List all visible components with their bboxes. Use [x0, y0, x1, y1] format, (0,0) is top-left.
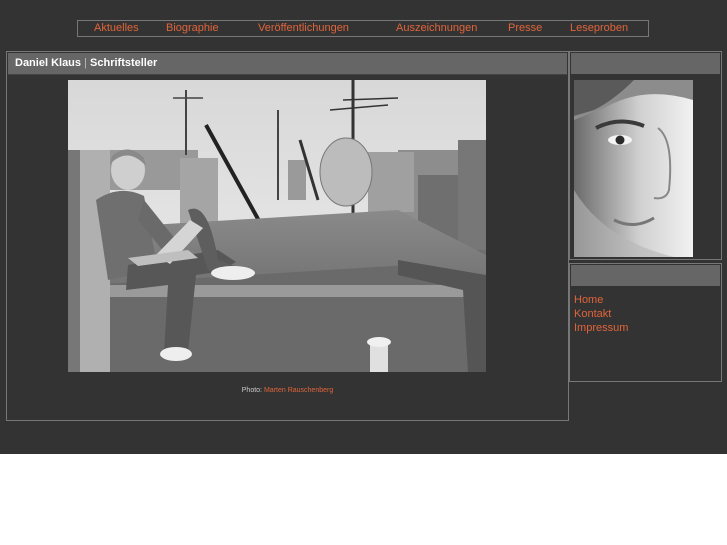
author-portrait [574, 80, 693, 257]
side-menu: Home Kontakt Impressum [574, 293, 628, 335]
nav-item-aktuelles[interactable]: Aktuelles [94, 22, 139, 34]
side-menu-header [571, 265, 720, 286]
page-background: Aktuelles Biographie Veröffentlichungen … [0, 0, 727, 454]
side-link-home[interactable]: Home [574, 293, 628, 307]
side-menu-panel: Home Kontakt Impressum [569, 263, 722, 382]
page-title: Daniel Klaus | Schriftsteller [15, 57, 157, 69]
portrait-panel-header [571, 53, 720, 74]
author-role: Schriftsteller [90, 57, 158, 69]
rooftop-photo [68, 80, 486, 372]
title-separator: | [84, 57, 87, 69]
nav-item-presse[interactable]: Presse [508, 22, 542, 34]
portrait-panel [569, 51, 722, 260]
side-link-kontakt[interactable]: Kontakt [574, 307, 628, 321]
photographer-link[interactable]: Marten Rauschenberg [264, 387, 333, 394]
nav-item-biographie[interactable]: Biographie [166, 22, 219, 34]
nav-item-auszeichnungen[interactable]: Auszeichnungen [396, 22, 477, 34]
photo-credit-label: Photo: [241, 387, 263, 394]
nav-item-veroeffentlichungen[interactable]: Veröffentlichungen [258, 22, 349, 34]
photo-credit: Photo: Marten Rauschenberg [7, 387, 568, 394]
main-panel-header: Daniel Klaus | Schriftsteller [8, 53, 567, 75]
main-panel: Daniel Klaus | Schriftsteller Photo: Mar… [6, 51, 569, 421]
nav-item-leseproben[interactable]: Leseproben [570, 22, 628, 34]
author-name: Daniel Klaus [15, 57, 82, 69]
side-link-impressum[interactable]: Impressum [574, 321, 628, 335]
top-navigation: Aktuelles Biographie Veröffentlichungen … [77, 20, 649, 37]
